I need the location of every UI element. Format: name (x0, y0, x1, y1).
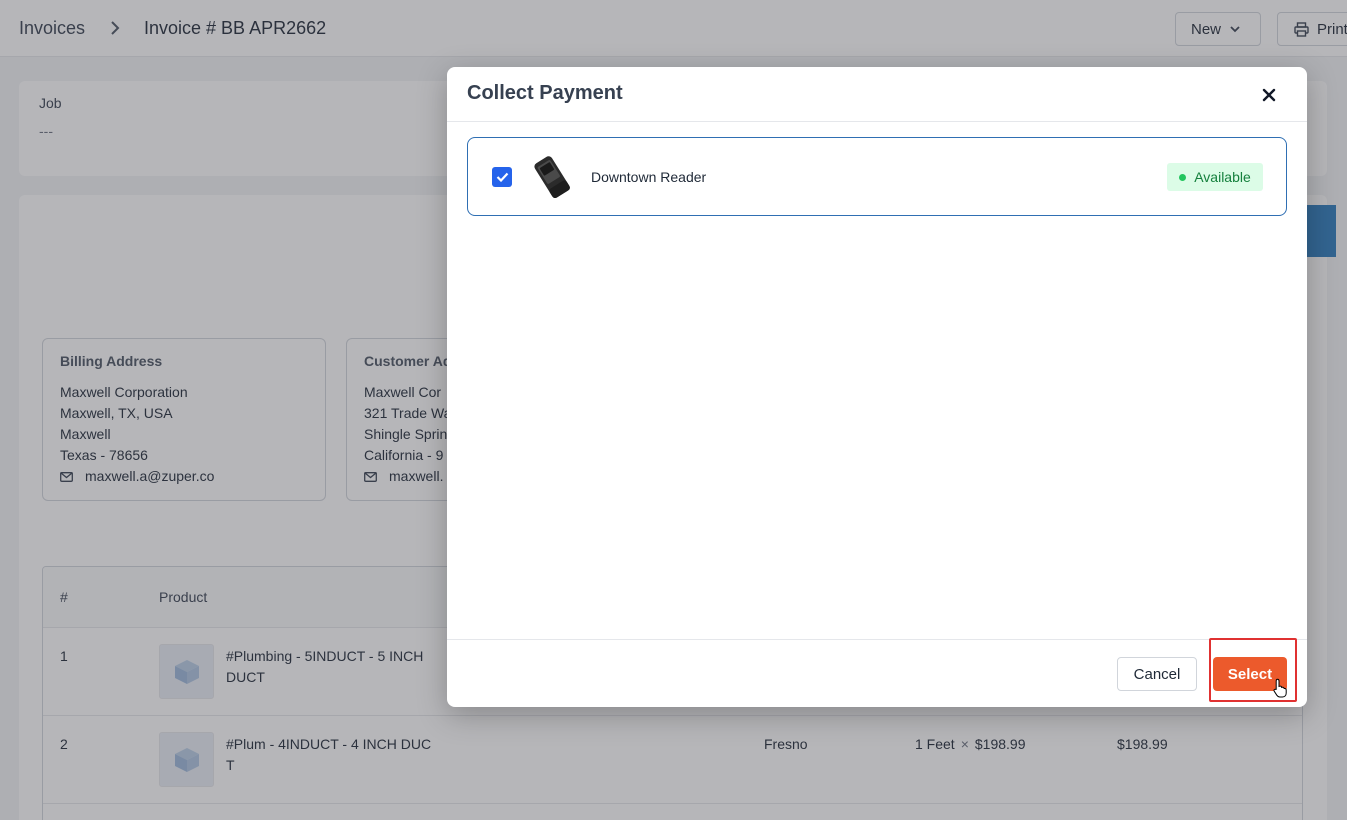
hand-cursor-icon (1273, 678, 1287, 698)
status-badge: Available (1167, 163, 1263, 191)
reader-name: Downtown Reader (591, 169, 707, 185)
close-button[interactable] (1257, 83, 1281, 107)
collect-payment-modal: Collect Payment Downtown Reader Availabl… (447, 67, 1307, 707)
status-dot-icon (1179, 173, 1187, 181)
check-icon (496, 172, 508, 182)
card-reader-icon (534, 156, 570, 198)
modal-header-divider (447, 121, 1307, 122)
modal-title: Collect Payment (467, 82, 623, 104)
modal-footer-divider (447, 639, 1307, 640)
status-text: Available (1194, 169, 1251, 185)
reader-checkbox[interactable] (492, 167, 512, 187)
reader-option[interactable]: Downtown Reader Available (467, 137, 1287, 216)
cancel-button[interactable]: Cancel (1117, 657, 1197, 691)
close-icon (1262, 88, 1276, 102)
